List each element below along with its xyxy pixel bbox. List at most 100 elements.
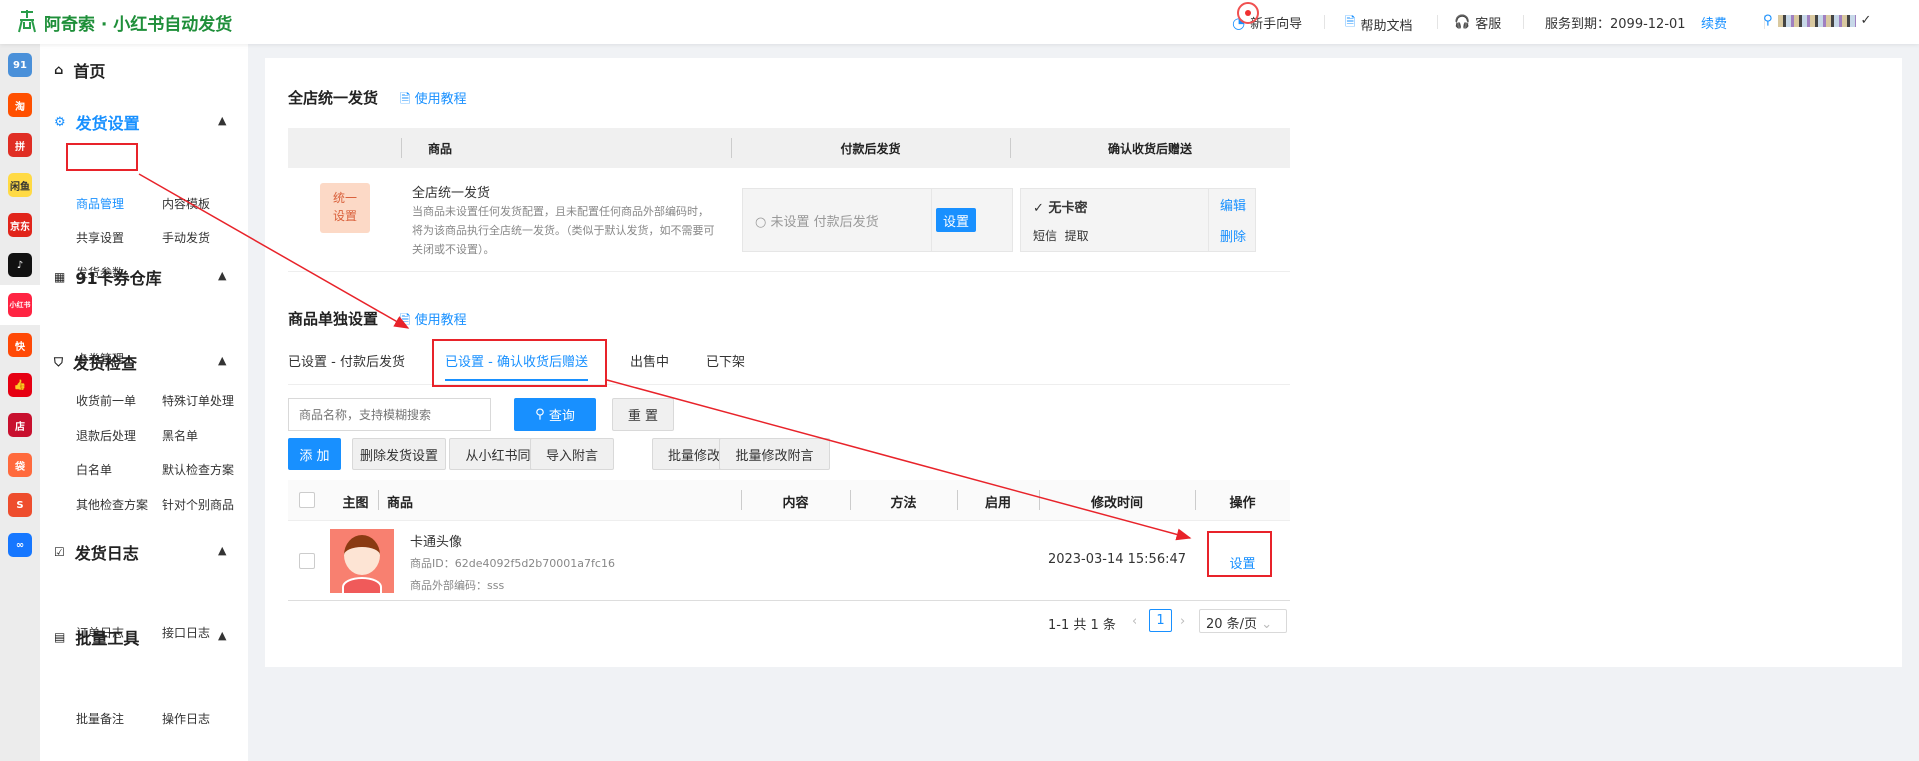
sidebar-group-batch[interactable]: ▤ 批量工具: [54, 625, 139, 649]
sidebar-item-manual[interactable]: 手动发货: [162, 229, 210, 246]
sidebar-item-check[interactable]: 退款后处理: [76, 427, 136, 444]
tab-off-shelf[interactable]: 已下架: [706, 351, 745, 370]
qrcode-icon: ▦: [54, 270, 66, 284]
sidebar-item-check[interactable]: 收货前一单: [76, 392, 136, 409]
91-logo-platform-icon[interactable]: 91: [8, 53, 32, 77]
unified-badge: 统一设置: [320, 183, 370, 233]
label: 91卡券仓库: [75, 269, 162, 288]
sidebar-group-delivery[interactable]: ⚙ 发货设置: [54, 110, 140, 134]
page-size-select[interactable]: 20 条/页 ⌄: [1199, 609, 1287, 633]
edit-link[interactable]: 编辑: [1220, 195, 1246, 214]
action-button-3[interactable]: 导入附言: [530, 438, 614, 470]
tab-on-sale[interactable]: 出售中: [630, 351, 669, 370]
user-avatar-blur: [1777, 14, 1856, 27]
gift-methods: 短信 提取: [1033, 229, 1089, 243]
select-all-checkbox[interactable]: [299, 492, 315, 508]
action-button-0[interactable]: 添 加: [288, 438, 341, 470]
annotation-box: [66, 143, 138, 171]
gear-icon: ⚙: [54, 114, 66, 130]
help-link[interactable]: 🗎 帮助文档: [1345, 13, 1412, 35]
sidebar-item-check[interactable]: 默认检查方案: [162, 461, 234, 478]
reset-button[interactable]: 重 置: [612, 398, 674, 431]
chevron-up-icon[interactable]: ▲: [218, 354, 226, 367]
prev-page-icon[interactable]: ‹: [1132, 614, 1137, 629]
action-button-5[interactable]: 批量修改附言: [719, 438, 830, 470]
chevron-down-icon: ✓: [1860, 13, 1872, 28]
radio-icon[interactable]: ○: [755, 215, 766, 230]
global-tutorial-link[interactable]: 🗎 使用教程: [400, 88, 467, 112]
pinduoduo-platform-icon[interactable]: 拼: [8, 133, 32, 157]
bag-platform-icon[interactable]: 袋: [8, 453, 32, 477]
douyin-platform-icon[interactable]: ♪: [8, 253, 32, 277]
sidebar-item-content-template[interactable]: 内容模板: [162, 195, 210, 212]
sidebar-item-check[interactable]: 针对个别商品: [162, 496, 234, 513]
table-row: 卡通头像 商品ID：62de4092f5d2b70001a7fc16 商品外部编…: [288, 520, 1290, 601]
chevron-up-icon[interactable]: ▲: [218, 114, 226, 127]
sidebar-item-check[interactable]: 黑名单: [162, 427, 198, 444]
label: 未设置 付款后发货: [770, 215, 879, 230]
kuaishou-platform-icon[interactable]: 快: [8, 333, 32, 357]
page-1[interactable]: 1: [1149, 609, 1172, 632]
label: 使用教程: [414, 92, 467, 107]
taobao-platform-icon[interactable]: 淘: [8, 93, 32, 117]
annotation-box: [1207, 531, 1272, 577]
divider: [1437, 15, 1438, 29]
chevron-up-icon[interactable]: ▲: [218, 544, 226, 557]
label: 20 条/页: [1206, 617, 1258, 632]
label: 查询: [548, 409, 575, 424]
document-icon: 🗎: [1345, 15, 1356, 30]
top-header: 阿奇索 · 小红书自动发货 ◔ 新手向导 🗎 帮助文档 🎧 客服 服务到期：2099-…: [0, 0, 1919, 44]
thumbs-platform-icon[interactable]: 👍: [8, 373, 32, 397]
user-menu[interactable]: ⚲ ✓: [1763, 13, 1871, 28]
help-label: 帮助文档: [1360, 18, 1413, 34]
label: 批量工具: [75, 629, 140, 648]
service-link[interactable]: 🎧 客服: [1454, 13, 1501, 32]
next-page-icon[interactable]: ›: [1180, 614, 1185, 629]
sidebar-item-check[interactable]: 其他检查方案: [76, 496, 148, 513]
search-input[interactable]: [288, 398, 491, 431]
divider: [931, 189, 932, 251]
sidebar-item-op-log[interactable]: 操作日志: [162, 710, 210, 727]
pay-delivery-box: ○ 未设置 付款后发货 设置: [742, 188, 1013, 252]
divider: [1523, 15, 1524, 29]
sidebar-group-warehouse[interactable]: ▦ 91卡券仓库: [54, 265, 162, 289]
app-title: 阿奇索 · 小红书自动发货: [44, 15, 233, 35]
global-table-header: 商品 付款后发货 确认收货后赠送: [288, 128, 1290, 168]
sidebar-item-check[interactable]: 白名单: [76, 461, 112, 478]
sidebar-group-log[interactable]: ☑ 发货日志: [54, 540, 139, 564]
pagination-summary: 1-1 共 1 条: [1048, 618, 1116, 633]
chevron-up-icon[interactable]: ▲: [218, 629, 226, 642]
sidebar-item-batch-note[interactable]: 批量备注: [76, 710, 124, 727]
action-button-1[interactable]: 删除发货设置: [352, 438, 446, 470]
pay-set-button[interactable]: 设置: [936, 208, 976, 232]
link-platform-icon[interactable]: ∞: [8, 533, 32, 557]
log-icon: ☑: [54, 545, 65, 559]
row-checkbox[interactable]: [299, 553, 315, 569]
divider: [288, 271, 1290, 272]
sidebar-item-home[interactable]: ⌂ 首页: [54, 58, 105, 82]
label: 无卡密: [1048, 201, 1088, 216]
gift-title: ✓ 无卡密: [1033, 197, 1087, 216]
xiaohongshu-platform-icon[interactable]: 小红书: [8, 293, 32, 317]
delete-link[interactable]: 删除: [1220, 226, 1246, 245]
renew-link[interactable]: 续费: [1701, 13, 1727, 32]
shopee-platform-icon[interactable]: S: [8, 493, 32, 517]
sidebar-item-share[interactable]: 共享设置: [76, 229, 124, 246]
tab-paid[interactable]: 已设置 - 付款后发货: [288, 351, 405, 370]
divider: [401, 138, 402, 158]
sidebar-item-product-manage[interactable]: 商品管理: [76, 195, 124, 212]
expiry-text: 服务到期：2099-12-01: [1545, 17, 1686, 32]
col-gift: 确认收货后赠送: [1107, 142, 1192, 156]
col-method: 方法: [890, 496, 917, 511]
sidebar-item-api-log[interactable]: 接口日志: [162, 624, 210, 641]
cursor-indicator: [1237, 2, 1259, 24]
chevron-up-icon[interactable]: ▲: [218, 269, 226, 282]
col-pay: 付款后发货: [840, 142, 901, 156]
sidebar-group-check[interactable]: ⛉ 发货检查: [54, 350, 137, 374]
xianyu-platform-icon[interactable]: 闲鱼: [8, 173, 32, 197]
jd-platform-icon[interactable]: 京东: [8, 213, 32, 237]
dian-platform-icon[interactable]: 店: [8, 413, 32, 437]
query-button[interactable]: ⚲ 查询: [514, 398, 596, 431]
sidebar-item-check[interactable]: 特殊订单处理: [162, 392, 234, 409]
single-tutorial-link[interactable]: 🗎 使用教程: [400, 309, 467, 333]
